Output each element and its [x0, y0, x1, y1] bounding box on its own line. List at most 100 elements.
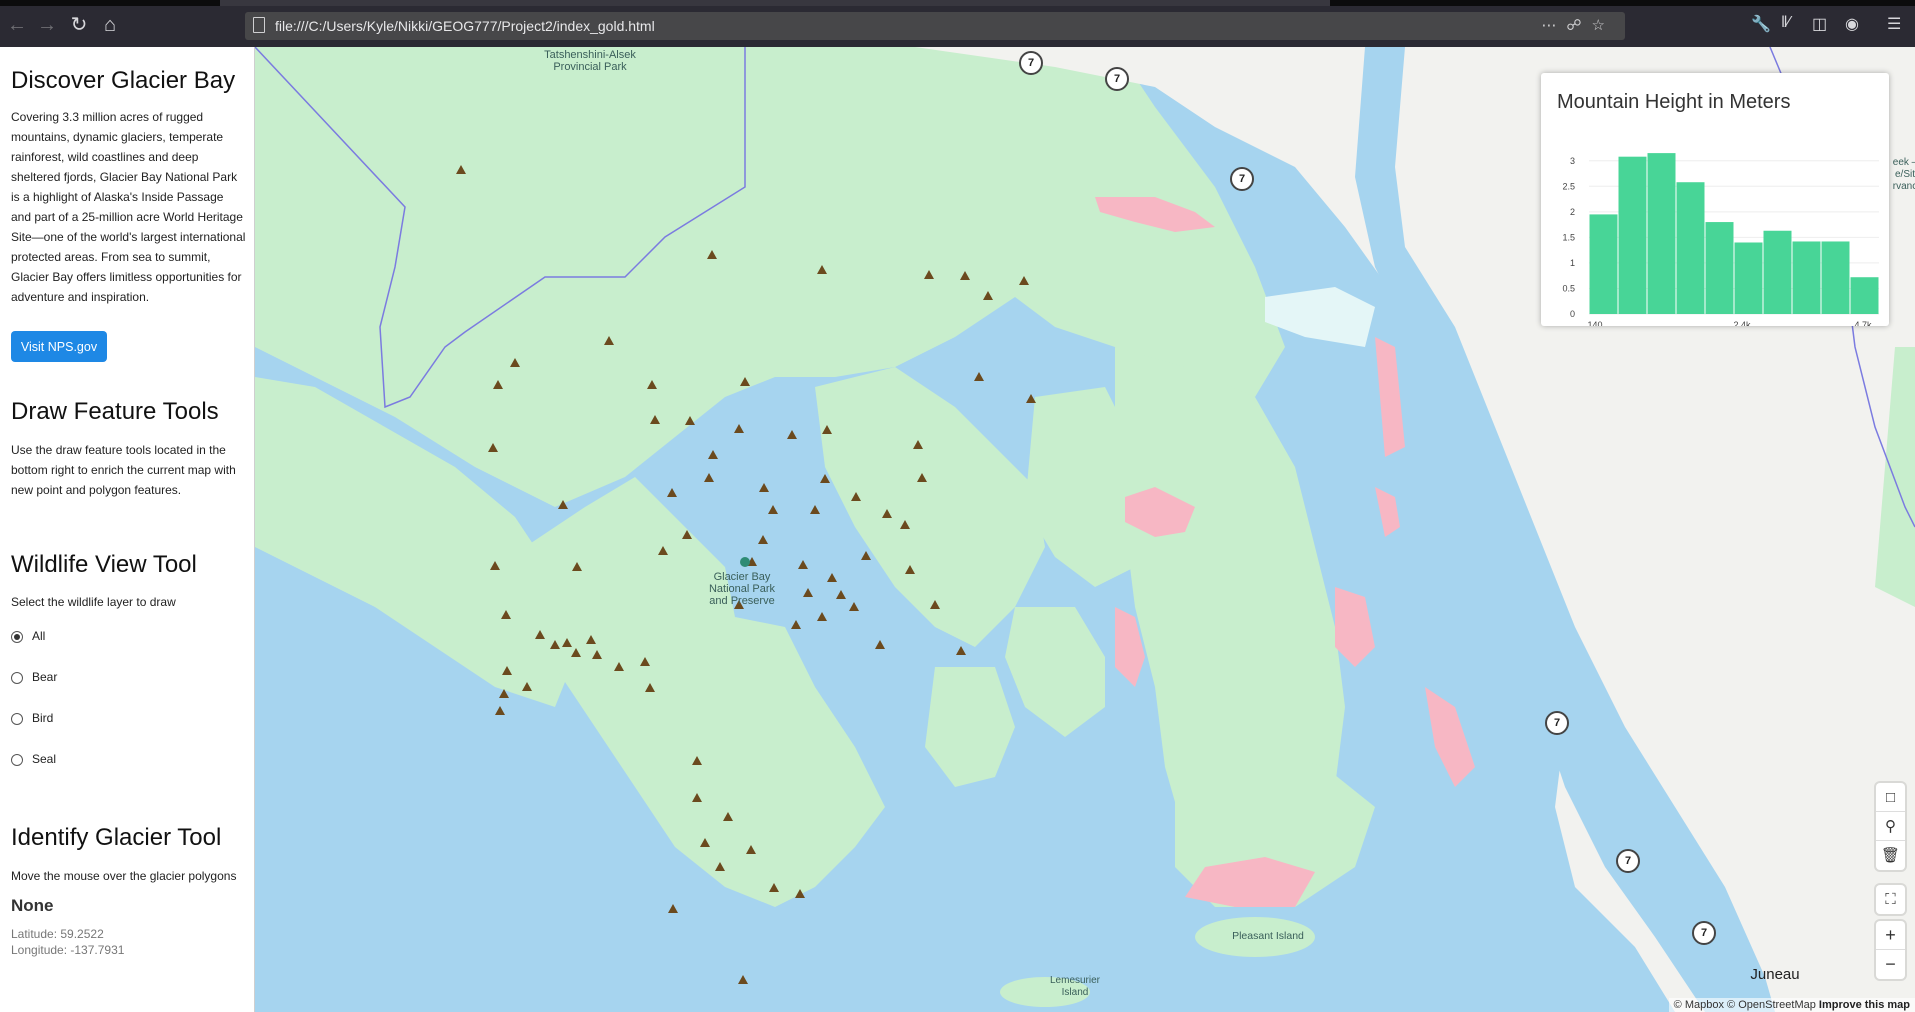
forward-icon[interactable]: → — [34, 12, 60, 38]
back-icon[interactable]: ← — [4, 12, 30, 38]
draw-point-icon[interactable]: ⚲ — [1876, 812, 1905, 841]
improve-map-link[interactable]: Improve this map — [1819, 999, 1910, 1011]
radio-bird-icon[interactable] — [11, 712, 23, 725]
sidebar-icon[interactable]: ◫ — [1812, 14, 1827, 34]
radio-bear-icon[interactable] — [11, 671, 23, 684]
histogram-bar — [1763, 230, 1792, 314]
wildlife-title: Wildlife View Tool — [11, 551, 197, 578]
draw-title: Draw Feature Tools — [11, 398, 219, 425]
zoom-out-icon[interactable]: − — [1876, 950, 1905, 979]
map-attribution: © Mapbox © OpenStreetMap Improve this ma… — [1668, 998, 1915, 1012]
histogram-bar — [1618, 156, 1647, 314]
y-tick-label: 1 — [1570, 258, 1575, 268]
identify-prompt: Move the mouse over the glacier polygons — [11, 869, 237, 883]
histogram-bar — [1792, 241, 1821, 314]
longitude-readout: Longitude: -137.7931 — [11, 943, 125, 957]
visit-nps-button[interactable]: Visit NPS.gov — [11, 331, 107, 362]
active-tab[interactable] — [220, 0, 1330, 6]
mountain-marker — [861, 551, 871, 560]
mountain-marker — [738, 975, 748, 984]
glacier-polygon — [1335, 587, 1375, 667]
route-shield: 7 — [1019, 51, 1043, 75]
page-actions-icon[interactable]: ⋯☍☆ — [1541, 16, 1615, 34]
radio-all[interactable]: All — [11, 629, 45, 643]
draw-body: Use the draw feature tools located in th… — [11, 443, 236, 497]
glacier-polygon — [1375, 487, 1400, 537]
mountain-marker — [704, 473, 714, 482]
mountain-marker — [759, 483, 769, 492]
mountain-marker — [667, 488, 677, 497]
mountain-marker — [787, 430, 797, 439]
url-text[interactable]: file:///C:/Users/Kyle/Nikki/GEOG777/Proj… — [275, 18, 655, 34]
radio-bear[interactable]: Bear — [11, 670, 57, 684]
tab-strip — [0, 0, 1915, 6]
histogram-bar — [1734, 242, 1763, 314]
histogram-bar — [1676, 182, 1705, 314]
radio-all-label[interactable]: All — [32, 629, 45, 643]
mountain-marker — [820, 474, 830, 483]
route-shield: 7 — [1105, 67, 1129, 91]
mountain-marker — [974, 372, 984, 381]
radio-seal-label[interactable]: Seal — [32, 752, 56, 766]
radio-bird[interactable]: Bird — [11, 711, 53, 725]
label-lemesurier-island: Lemesurier Island — [1049, 975, 1101, 998]
zoom-in-icon[interactable]: + — [1876, 921, 1905, 950]
draw-controls: □ ⚲ 🗑 — [1876, 783, 1905, 870]
latitude-readout: Latitude: 59.2522 — [11, 927, 104, 941]
fullscreen-icon[interactable]: ⛶ — [1876, 885, 1905, 914]
mountain-marker — [758, 535, 768, 544]
menu-icon[interactable]: ☰ — [1887, 14, 1901, 34]
fullscreen-control: ⛶ — [1876, 885, 1905, 914]
land-west-block — [815, 367, 1045, 647]
radio-seal[interactable]: Seal — [11, 752, 56, 766]
land-south-island — [1005, 607, 1105, 737]
identify-title: Identify Glacier Tool — [11, 824, 222, 851]
mountain-marker — [849, 602, 859, 611]
glacier-polygon — [1425, 687, 1475, 787]
y-tick-label: 0.5 — [1562, 283, 1575, 293]
radio-seal-icon[interactable] — [11, 753, 23, 766]
route-shield: 7 — [1545, 711, 1569, 735]
radio-all-icon[interactable] — [11, 630, 23, 643]
attribution-mapbox[interactable]: © Mapbox — [1674, 999, 1724, 1011]
account-icon[interactable]: ◉ — [1845, 14, 1859, 34]
glacier-name: None — [11, 896, 54, 915]
mountain-marker — [768, 505, 778, 514]
x-tick-label: 4.7k — [1854, 320, 1872, 326]
y-tick-label: 3 — [1570, 156, 1575, 166]
route-shield: 7 — [1230, 167, 1254, 191]
histogram-bar — [1850, 277, 1879, 314]
radio-bird-label[interactable]: Bird — [32, 711, 53, 725]
mountain-marker — [708, 450, 718, 459]
land-south-island-2 — [925, 667, 1015, 787]
route-shield: 7 — [1616, 849, 1640, 873]
attribution-osm[interactable]: © OpenStreetMap — [1727, 999, 1816, 1011]
radio-bear-label[interactable]: Bear — [32, 670, 57, 684]
map-canvas[interactable]: Tatshenshini-Alsek Provincial Park Glaci… — [255, 47, 1915, 1012]
reload-icon[interactable]: ↻ — [66, 12, 92, 38]
wrench-icon[interactable]: 🔧 — [1751, 14, 1771, 34]
draw-polygon-icon[interactable]: □ — [1876, 783, 1905, 812]
label-map-edge: eek – e/Sit rvanc — [1892, 157, 1915, 192]
mountain-marker — [668, 904, 678, 913]
mountain-marker — [817, 612, 827, 621]
library-icon[interactable]: ‖⁄ — [1781, 14, 1790, 32]
wildlife-prompt: Select the wildlife layer to draw — [11, 595, 176, 609]
label-pleasant-island: Pleasant Island — [1232, 930, 1304, 942]
mountain-marker — [495, 706, 505, 715]
histogram-bar — [1705, 222, 1734, 314]
mountain-marker — [1026, 394, 1036, 403]
x-tick-label: 140 — [1587, 320, 1602, 326]
label-juneau: Juneau — [1750, 966, 1800, 983]
home-icon[interactable]: ⌂ — [97, 12, 123, 38]
mountain-marker — [836, 590, 846, 599]
discover-title: Discover Glacier Bay — [11, 67, 236, 94]
discover-body: Covering 3.3 million acres of rugged mou… — [11, 110, 246, 304]
url-bar[interactable]: file:///C:/Users/Kyle/Nikki/GEOG777/Proj… — [245, 12, 1625, 40]
mountain-marker — [803, 588, 813, 597]
trash-icon[interactable]: 🗑 — [1876, 841, 1905, 870]
mountain-marker — [734, 424, 744, 433]
mountain-marker — [956, 646, 966, 655]
zoom-controls: + − — [1876, 921, 1905, 979]
mountain-marker — [791, 620, 801, 629]
